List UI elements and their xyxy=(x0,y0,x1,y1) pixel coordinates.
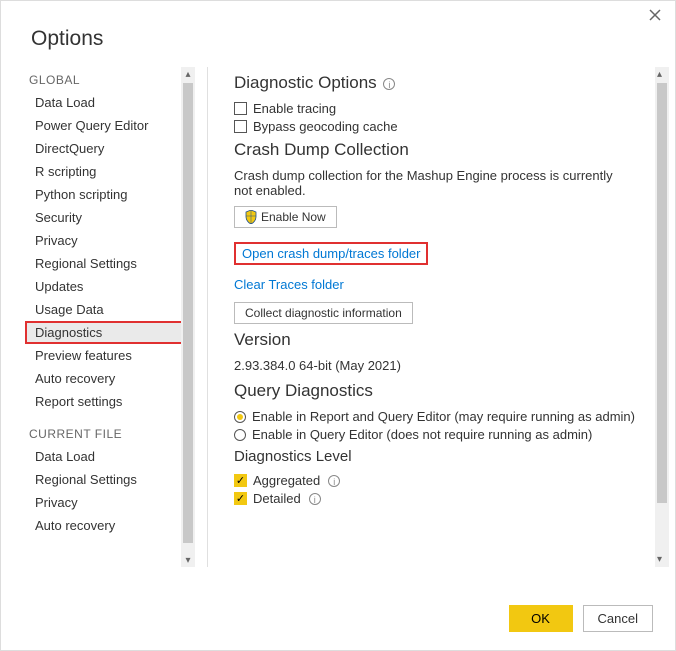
shield-icon xyxy=(245,210,257,224)
qd-radio-query-only-label: Enable in Query Editor (does not require… xyxy=(252,427,592,442)
enable-now-button[interactable]: Enable Now xyxy=(234,206,337,228)
window-title: Options xyxy=(1,1,675,67)
cancel-button[interactable]: Cancel xyxy=(583,605,653,632)
scroll-down-icon[interactable]: ▾ xyxy=(183,555,193,565)
enable-tracing-label: Enable tracing xyxy=(253,101,336,116)
collect-diagnostic-label: Collect diagnostic information xyxy=(245,306,402,320)
sidebar-item-cf-auto-recovery[interactable]: Auto recovery xyxy=(25,514,183,537)
diagnostic-options-title: Diagnostic Options xyxy=(234,73,377,92)
scroll-up-icon[interactable]: ▴ xyxy=(657,69,662,80)
sidebar-item-power-query-editor[interactable]: Power Query Editor xyxy=(25,114,183,137)
enable-tracing-checkbox[interactable] xyxy=(234,102,247,115)
sidebar-item-data-load[interactable]: Data Load xyxy=(25,91,183,114)
scroll-down-icon[interactable]: ▾ xyxy=(657,554,662,565)
sidebar-item-updates[interactable]: Updates xyxy=(25,275,183,298)
sidebar-item-cf-regional-settings[interactable]: Regional Settings xyxy=(25,468,183,491)
sidebar-item-python-scripting[interactable]: Python scripting xyxy=(25,183,183,206)
scroll-thumb[interactable] xyxy=(657,83,667,503)
sidebar-header-current-file: CURRENT FILE xyxy=(25,421,183,445)
diagnostic-options-heading: Diagnostic Options i xyxy=(234,73,661,93)
options-dialog: Options GLOBAL Data LoadPower Query Edit… xyxy=(0,0,676,651)
sidebar-item-diagnostics[interactable]: Diagnostics xyxy=(25,321,183,344)
content-panel: Diagnostic Options i Enable tracing Bypa… xyxy=(234,67,661,567)
version-value: 2.93.384.0 64-bit (May 2021) xyxy=(234,358,634,373)
dialog-footer: OK Cancel xyxy=(509,605,653,632)
info-icon[interactable]: i xyxy=(328,475,340,487)
sidebar-item-report-settings[interactable]: Report settings xyxy=(25,390,183,413)
qd-radio-report-and-query-label: Enable in Report and Query Editor (may r… xyxy=(252,409,635,424)
detailed-checkbox[interactable]: ✓ xyxy=(234,492,247,505)
sidebar-scrollbar[interactable]: ▴ ▾ xyxy=(181,67,195,567)
diagnostics-level-heading: Diagnostics Level xyxy=(234,448,661,465)
sidebar-item-preview-features[interactable]: Preview features xyxy=(25,344,183,367)
bypass-geocoding-label: Bypass geocoding cache xyxy=(253,119,398,134)
enable-now-label: Enable Now xyxy=(261,210,326,224)
open-crash-folder-link[interactable]: Open crash dump/traces folder xyxy=(234,242,428,265)
query-diagnostics-heading: Query Diagnostics xyxy=(234,381,661,401)
close-icon[interactable] xyxy=(647,9,663,25)
aggregated-label: Aggregated xyxy=(253,473,320,488)
ok-button[interactable]: OK xyxy=(509,605,573,632)
clear-traces-link[interactable]: Clear Traces folder xyxy=(234,277,661,292)
sidebar-item-auto-recovery[interactable]: Auto recovery xyxy=(25,367,183,390)
aggregated-checkbox[interactable]: ✓ xyxy=(234,474,247,487)
crash-dump-desc: Crash dump collection for the Mashup Eng… xyxy=(234,168,634,198)
sidebar-item-cf-data-load[interactable]: Data Load xyxy=(25,445,183,468)
sidebar-item-security[interactable]: Security xyxy=(25,206,183,229)
sidebar-item-usage-data[interactable]: Usage Data xyxy=(25,298,183,321)
version-heading: Version xyxy=(234,330,661,350)
sidebar-item-r-scripting[interactable]: R scripting xyxy=(25,160,183,183)
crash-dump-heading: Crash Dump Collection xyxy=(234,140,661,160)
detailed-label: Detailed xyxy=(253,491,301,506)
sidebar-item-directquery[interactable]: DirectQuery xyxy=(25,137,183,160)
collect-diagnostic-button[interactable]: Collect diagnostic information xyxy=(234,302,413,324)
qd-radio-query-only[interactable] xyxy=(234,429,246,441)
qd-radio-report-and-query[interactable] xyxy=(234,411,246,423)
sidebar-item-cf-privacy[interactable]: Privacy xyxy=(25,491,183,514)
bypass-geocoding-checkbox[interactable] xyxy=(234,120,247,133)
sidebar-header-global: GLOBAL xyxy=(25,67,183,91)
sidebar-item-regional-settings[interactable]: Regional Settings xyxy=(25,252,183,275)
scroll-thumb[interactable] xyxy=(183,83,193,543)
sidebar-item-privacy[interactable]: Privacy xyxy=(25,229,183,252)
info-icon[interactable]: i xyxy=(309,493,321,505)
content-scrollbar[interactable]: ▴ ▾ xyxy=(655,67,669,567)
sidebar: GLOBAL Data LoadPower Query EditorDirect… xyxy=(25,67,185,567)
scroll-up-icon[interactable]: ▴ xyxy=(183,69,193,79)
info-icon[interactable]: i xyxy=(383,78,395,90)
